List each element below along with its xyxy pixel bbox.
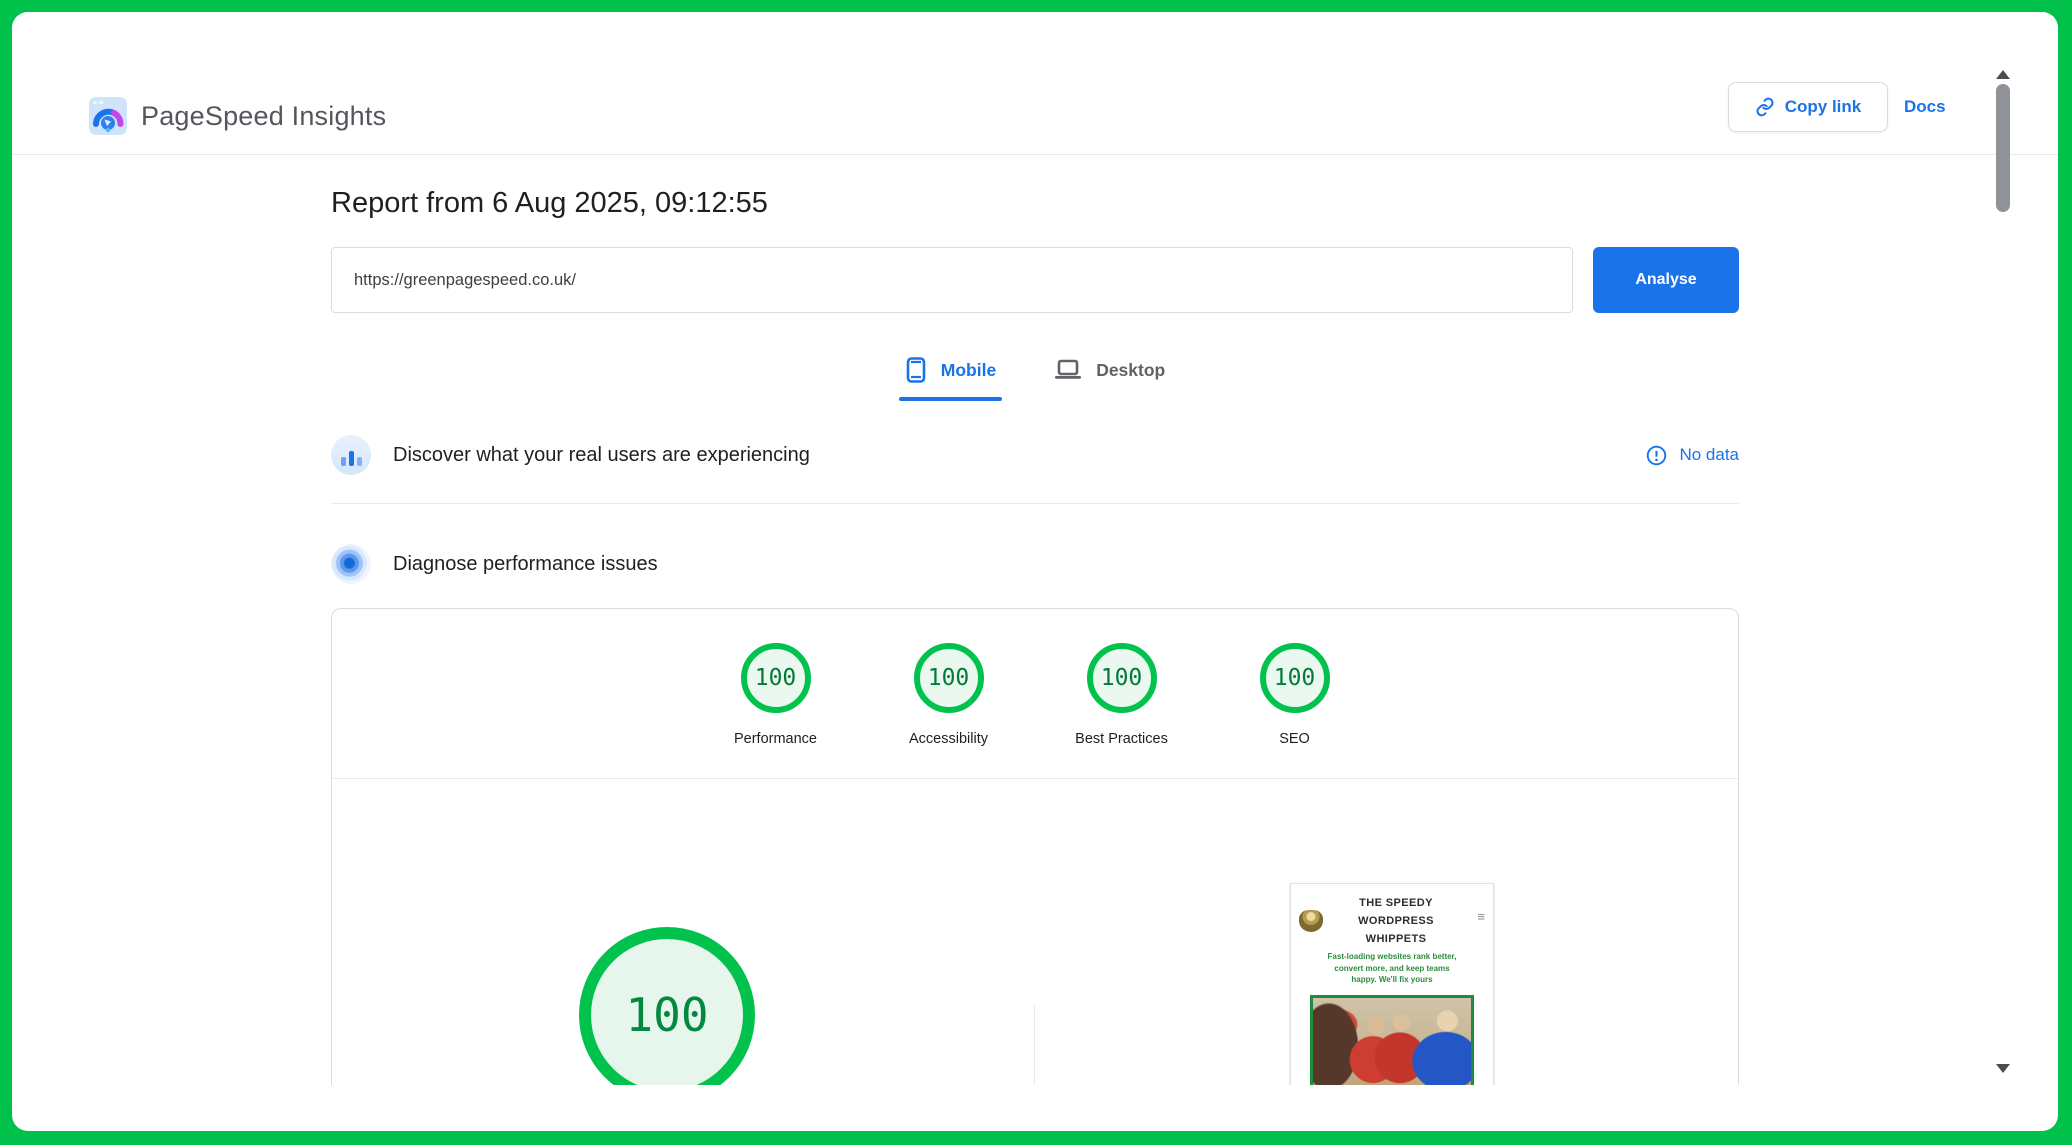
preview-tagline: Fast-loading websites rank better, conve… <box>1327 952 1457 984</box>
vertical-divider <box>1034 1005 1035 1085</box>
performance-gauge: 100 <box>579 927 755 1085</box>
analyse-button[interactable]: Analyse <box>1593 247 1739 313</box>
score-circle: 100 <box>913 643 984 713</box>
real-users-icon <box>331 435 371 475</box>
preview-site-title: THE SPEEDY WORDPRESS WHIPPETS <box>1358 897 1434 945</box>
scrollbar-thumb[interactable] <box>1996 84 2010 212</box>
url-input[interactable] <box>331 247 1573 313</box>
device-tabs: Mobile Desktop <box>331 355 1739 401</box>
score-seo[interactable]: 100 SEO <box>1208 643 1381 778</box>
docs-link[interactable]: Docs <box>1904 82 1946 132</box>
score-circle: 100 <box>1086 643 1157 713</box>
score-value: 100 <box>754 665 797 691</box>
score-label: Best Practices <box>1075 731 1168 747</box>
whippets-site-logo <box>1299 910 1323 932</box>
no-data-label: No data <box>1679 445 1739 464</box>
whippets-photo <box>1310 994 1474 1085</box>
copy-link-label: Copy link <box>1784 97 1862 116</box>
report-content: Report from 6 Aug 2025, 09:12:55 Analyse… <box>331 155 1739 1085</box>
report-title: Report from 6 Aug 2025, 09:12:55 <box>331 187 768 219</box>
performance-detail-section: 100 THE SPEEDY WORDPRESS WHIPPETS ≡ Fast… <box>332 779 1738 1085</box>
app-title: PageSpeed Insights <box>141 100 387 131</box>
section-divider <box>331 503 1739 504</box>
category-scores: 100 Performance 100 Accessibility 100 Be… <box>332 609 1738 779</box>
app-header: PageSpeed Insights Copy link Docs <box>12 12 2058 155</box>
preview-site-header: THE SPEEDY WORDPRESS WHIPPETS ≡ <box>1299 894 1485 948</box>
field-data-title: Discover what your real users are experi… <box>393 443 810 466</box>
url-analyse-row: Analyse <box>331 247 1739 313</box>
browser-page: PageSpeed Insights Copy link Docs Report… <box>12 12 2058 1131</box>
tab-desktop[interactable]: Desktop <box>1048 355 1171 401</box>
pagespeed-logo-icon <box>89 97 127 135</box>
field-data-section: Discover what your real users are experi… <box>331 435 1739 475</box>
lighthouse-report-card: 100 Performance 100 Accessibility 100 Be… <box>331 608 1739 1085</box>
lab-data-section: Diagnose performance issues <box>331 544 1739 584</box>
tab-mobile-label: Mobile <box>940 359 997 380</box>
info-icon <box>1647 445 1667 465</box>
tab-desktop-label: Desktop <box>1096 359 1166 380</box>
pagespeed-home-link[interactable]: PageSpeed Insights <box>89 97 386 135</box>
score-label: Accessibility <box>909 731 988 747</box>
score-label: SEO <box>1279 731 1310 747</box>
score-performance[interactable]: 100 Performance <box>689 643 862 778</box>
report-viewport: PageSpeed Insights Copy link Docs Report… <box>12 12 2058 1085</box>
score-circle: 100 <box>740 643 811 713</box>
score-best-practices[interactable]: 100 Best Practices <box>1035 643 1208 778</box>
score-circle: 100 <box>1259 643 1330 713</box>
performance-gauge-value: 100 <box>625 988 709 1042</box>
page-screenshot-thumbnail[interactable]: THE SPEEDY WORDPRESS WHIPPETS ≡ Fast-loa… <box>1290 883 1494 1085</box>
score-label: Performance <box>733 731 817 747</box>
score-value: 100 <box>927 665 970 691</box>
scrollbar-up-arrow[interactable] <box>1996 70 2010 79</box>
score-value: 100 <box>1100 665 1143 691</box>
diagnose-icon <box>331 544 371 584</box>
mobile-phone-icon <box>906 357 926 383</box>
hamburger-menu-icon: ≡ <box>1477 909 1485 924</box>
copy-link-button[interactable]: Copy link <box>1728 82 1888 132</box>
tab-mobile[interactable]: Mobile <box>898 355 1003 401</box>
score-value: 100 <box>1273 665 1316 691</box>
lab-data-title: Diagnose performance issues <box>393 552 658 575</box>
no-data-status[interactable]: No data <box>1646 445 1739 466</box>
desktop-laptop-icon <box>1055 359 1082 379</box>
score-accessibility[interactable]: 100 Accessibility <box>862 643 1035 778</box>
link-icon <box>1756 97 1774 117</box>
scrollbar-down-arrow[interactable] <box>1996 1064 2010 1073</box>
